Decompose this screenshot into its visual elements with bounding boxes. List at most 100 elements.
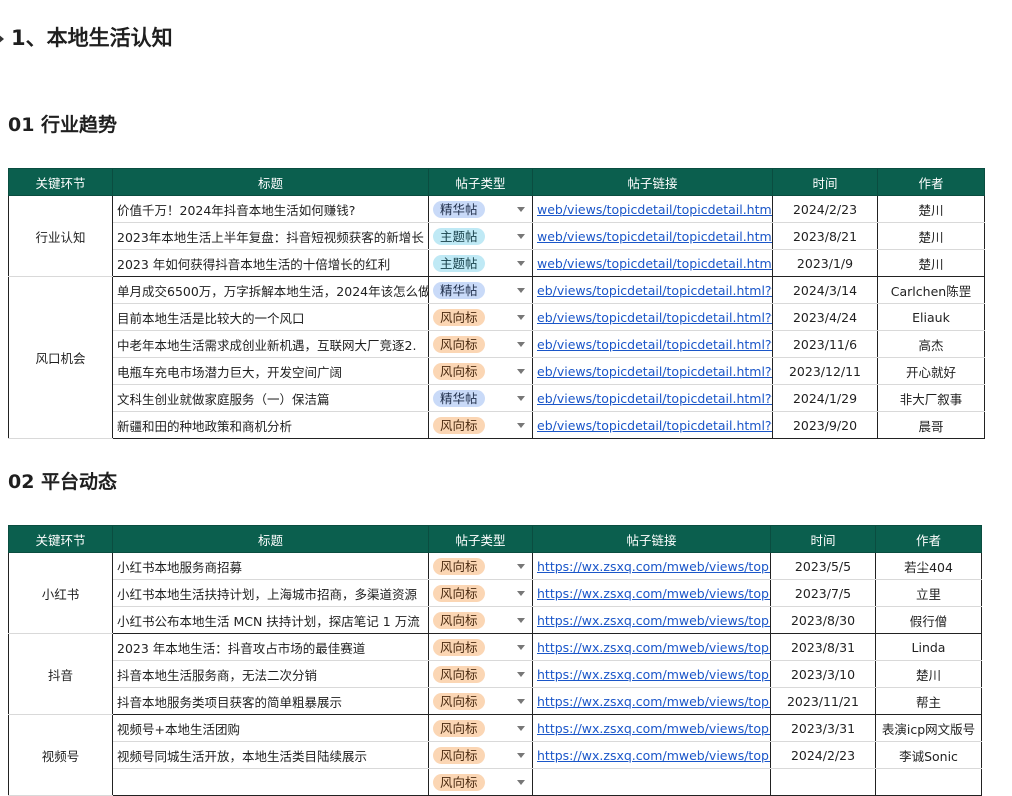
post-type-chip[interactable]: 风向标 [433,308,485,326]
post-type-chip[interactable]: 风向标 [433,692,485,710]
title-cell[interactable]: 电瓶车充电市场潜力巨大，开发空间广阔 [112,357,429,385]
post-link[interactable]: web/views/topicdetail/topicdetail.html?t… [537,202,772,217]
title-cell[interactable]: 2023 年如何获得抖音本地生活的十倍增长的红利 [112,249,429,277]
post-type-chip[interactable]: 风向标 [433,611,485,629]
title-cell[interactable]: 小红书本地生活扶持计划，上海城市招商，多渠道资源 [112,579,429,607]
post-type-chip[interactable]: 风向标 [433,557,485,575]
post-link-cell[interactable]: eb/views/topicdetail/topicdetail.html?to… [532,330,773,358]
title-cell[interactable]: 2023年本地生活上半年复盘：抖音短视频获客的新增长 [112,222,429,250]
post-link[interactable]: eb/views/topicdetail/topicdetail.html?to… [537,310,772,325]
dropdown-arrow-icon[interactable] [517,699,525,704]
post-link[interactable]: https://wx.zsxq.com/mweb/views/topicd [537,694,770,709]
post-link[interactable]: eb/views/topicdetail/topicdetail.html?to… [537,418,772,433]
dropdown-arrow-icon[interactable] [517,780,525,785]
post-type-cell[interactable]: 风向标 [428,714,533,742]
post-type-cell[interactable]: 风向标 [428,633,533,661]
post-link[interactable]: https://wx.zsxq.com/mweb/views/topicd [537,667,770,682]
collapse-caret-icon[interactable] [0,34,4,44]
post-type-chip[interactable]: 风向标 [433,362,485,380]
post-link-cell[interactable]: https://wx.zsxq.com/mweb/views/topicd [532,606,771,634]
post-link[interactable]: https://wx.zsxq.com/mweb/views/topicd [537,748,770,763]
post-link-cell[interactable]: https://wx.zsxq.com/mweb/views/topicd [532,552,771,580]
dropdown-arrow-icon[interactable] [517,369,525,374]
dropdown-arrow-icon[interactable] [517,288,525,293]
post-link[interactable]: https://wx.zsxq.com/mweb/views/topicd [537,613,770,628]
post-type-cell[interactable]: 风向标 [428,552,533,580]
post-link-cell[interactable]: web/views/topicdetail/topicdetail.html?t… [532,222,773,250]
post-link-cell[interactable]: https://wx.zsxq.com/mweb/views/topicd [532,660,771,688]
post-type-cell[interactable]: 风向标 [428,606,533,634]
post-type-chip[interactable]: 风向标 [433,335,485,353]
post-type-cell[interactable]: 风向标 [428,579,533,607]
title-cell[interactable]: 视频号同城生活开放，本地生活类目陆续展示 [112,741,429,769]
post-type-cell[interactable]: 精华帖 [428,276,533,304]
post-link-cell[interactable]: https://wx.zsxq.com/mweb/views/topicd [532,687,771,715]
dropdown-arrow-icon[interactable] [517,342,525,347]
post-link-cell[interactable]: https://wx.zsxq.com/mweb/views/topicd [532,579,771,607]
post-link[interactable]: https://wx.zsxq.com/mweb/views/topicd [537,640,770,655]
post-type-cell[interactable]: 风向标 [428,660,533,688]
dropdown-arrow-icon[interactable] [517,753,525,758]
dropdown-arrow-icon[interactable] [517,207,525,212]
post-link-cell[interactable]: eb/views/topicdetail/topicdetail.html?to… [532,276,773,304]
dropdown-arrow-icon[interactable] [517,261,525,266]
post-type-chip[interactable]: 风向标 [433,773,485,791]
post-type-chip[interactable]: 风向标 [433,746,485,764]
dropdown-arrow-icon[interactable] [517,672,525,677]
post-type-cell[interactable]: 风向标 [428,741,533,769]
post-type-chip[interactable]: 精华帖 [433,389,485,407]
post-type-chip[interactable]: 精华帖 [433,200,485,218]
dropdown-arrow-icon[interactable] [517,315,525,320]
post-link[interactable]: https://wx.zsxq.com/mweb/views/topicd [537,721,770,736]
post-type-cell[interactable]: 精华帖 [428,195,533,223]
title-cell[interactable]: 中老年本地生活需求成创业新机遇，互联网大厂竞逐2. [112,330,429,358]
dropdown-arrow-icon[interactable] [517,396,525,401]
post-link-cell[interactable]: eb/views/topicdetail/topicdetail.html?to… [532,303,773,331]
post-link[interactable]: https://wx.zsxq.com/mweb/views/topicd [537,586,770,601]
title-cell[interactable]: 2023 年本地生活：抖音攻占市场的最佳赛道 [112,633,429,661]
dropdown-arrow-icon[interactable] [517,564,525,569]
post-link-cell[interactable]: https://wx.zsxq.com/mweb/views/topicd [532,633,771,661]
dropdown-arrow-icon[interactable] [517,726,525,731]
post-type-cell[interactable]: 主题帖 [428,249,533,277]
post-link-cell[interactable]: eb/views/topicdetail/topicdetail.html?to… [532,357,773,385]
title-cell[interactable]: 抖音本地服务类项目获客的简单粗暴展示 [112,687,429,715]
dropdown-arrow-icon[interactable] [517,234,525,239]
post-type-cell[interactable]: 风向标 [428,303,533,331]
post-type-cell[interactable]: 风向标 [428,411,533,439]
dropdown-arrow-icon[interactable] [517,423,525,428]
post-link[interactable]: eb/views/topicdetail/topicdetail.html?to… [537,337,772,352]
title-cell[interactable]: 新疆和田的种地政策和商机分析 [112,411,429,439]
dropdown-arrow-icon[interactable] [517,591,525,596]
title-cell[interactable]: 小红书公布本地生活 MCN 扶持计划，探店笔记 1 万流 [112,606,429,634]
title-cell[interactable] [112,768,429,796]
post-link[interactable]: web/views/topicdetail/topicdetail.html?t… [537,229,772,244]
dropdown-arrow-icon[interactable] [517,645,525,650]
title-cell[interactable]: 文科生创业就做家庭服务（一）保洁篇 [112,384,429,412]
title-cell[interactable]: 小红书本地服务商招募 [112,552,429,580]
post-type-cell[interactable]: 精华帖 [428,384,533,412]
post-type-cell[interactable]: 风向标 [428,330,533,358]
title-cell[interactable]: 视频号+本地生活团购 [112,714,429,742]
post-type-cell[interactable]: 风向标 [428,687,533,715]
post-link[interactable]: https://wx.zsxq.com/mweb/views/topicd [537,559,770,574]
post-link-cell[interactable]: eb/views/topicdetail/topicdetail.html?to… [532,384,773,412]
post-link-cell[interactable]: eb/views/topicdetail/topicdetail.html?to… [532,411,773,439]
post-link[interactable]: eb/views/topicdetail/topicdetail.html?to… [537,364,772,379]
post-link[interactable]: eb/views/topicdetail/topicdetail.html?to… [537,391,772,406]
title-cell[interactable]: 单月成交6500万，万字拆解本地生活，2024年该怎么做 [112,276,429,304]
title-cell[interactable]: 抖音本地生活服务商，无法二次分销 [112,660,429,688]
post-link[interactable]: web/views/topicdetail/topicdetail.html?t… [537,256,772,271]
post-type-chip[interactable]: 风向标 [433,638,485,656]
post-type-chip[interactable]: 精华帖 [433,281,485,299]
dropdown-arrow-icon[interactable] [517,618,525,623]
post-type-cell[interactable]: 主题帖 [428,222,533,250]
post-link-cell[interactable]: https://wx.zsxq.com/mweb/views/topicd [532,741,771,769]
post-type-chip[interactable]: 主题帖 [433,227,485,245]
post-link-cell[interactable]: web/views/topicdetail/topicdetail.html?t… [532,249,773,277]
post-type-chip[interactable]: 主题帖 [433,254,485,272]
title-cell[interactable]: 目前本地生活是比较大的一个风口 [112,303,429,331]
post-type-chip[interactable]: 风向标 [433,665,485,683]
post-link-cell[interactable]: web/views/topicdetail/topicdetail.html?t… [532,195,773,223]
post-type-chip[interactable]: 风向标 [433,416,485,434]
